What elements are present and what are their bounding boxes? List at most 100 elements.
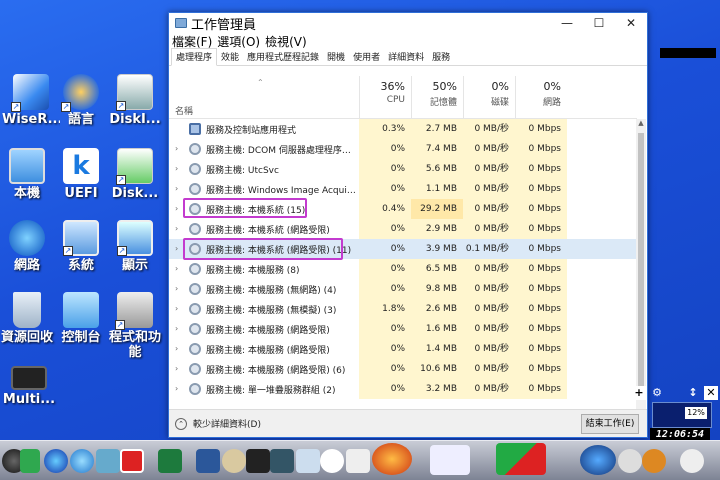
desktop-icon-programs[interactable]: ↗ 程式和功能 [106,292,164,360]
shield-icon[interactable] [496,443,546,475]
vertical-scrollbar[interactable]: ▲ [636,119,646,409]
service-host-gear-icon [189,283,201,295]
process-cpu: 1.8% [359,299,411,319]
tab-performance[interactable]: 效能 [217,49,243,65]
expand-chevron-icon[interactable]: › [175,344,178,353]
desktop-icon-label: Multi... [2,392,56,407]
desktop-icon-language[interactable]: ↗ 語言 [52,74,110,127]
monitor-app-icon[interactable] [246,449,270,473]
process-row[interactable]: › 服務主機: 本機服務 (無模擬) (3) 1.8% 2.6 MB 0 MB/秒 0 M… [169,299,637,319]
maximize-button[interactable]: ☐ [583,13,615,33]
eight-icon[interactable] [618,449,642,473]
start-button-icon[interactable] [20,449,40,473]
widget-close-icon[interactable]: ✕ [704,386,718,400]
cpu-label: CPU [386,95,405,105]
column-network[interactable]: 0% 網路 [515,76,567,119]
desktop-icon-disk[interactable]: ↗ Disk... [106,148,164,201]
column-memory[interactable]: 50% 記憶體 [411,76,463,119]
desktop-icon-recycle-bin[interactable]: 資源回收 [0,292,56,345]
process-row[interactable]: › 服務主機: 本機服務 (網路受限) 0% 1.4 MB 0 MB/秒 0 Mbps [169,339,637,359]
expand-chevron-icon[interactable]: › [175,164,178,173]
expand-chevron-icon[interactable]: › [175,144,178,153]
expand-chevron-icon[interactable]: › [175,284,178,293]
process-row[interactable]: › 服務主機: 本機服務 (網路受限) 0% 1.6 MB 0 MB/秒 0 Mbps [169,319,637,339]
menu-view[interactable]: 檢視(V) [265,33,307,50]
add-widget-icon[interactable]: + [632,386,646,400]
ie-browser-icon[interactable] [44,449,68,473]
bird-icon[interactable] [96,449,120,473]
scroll-up-icon[interactable]: ▲ [636,119,646,127]
column-cpu[interactable]: 36% CPU [359,76,411,119]
fox-icon[interactable] [680,449,704,473]
menu-options[interactable]: 選項(O) [217,33,260,50]
process-row[interactable]: › 服務主機: 本機服務 (網路受限) (6) 0% 10.6 MB 0 MB/秒 0 M… [169,359,637,379]
desktop-icon-uefi[interactable]: k UEFI [52,148,110,201]
process-cpu: 0% [359,379,411,399]
process-cpu: 0% [359,219,411,239]
tab-details[interactable]: 詳細資料 [384,49,428,65]
top-right-mini-widget [660,48,716,58]
expand-chevron-icon[interactable]: › [175,184,178,193]
process-row[interactable]: 服務及控制站應用程式 0.3% 2.7 MB 0 MB/秒 0 Mbps [169,119,637,139]
fewer-details-label: 較少詳細資料(D) [193,420,261,430]
desktop-icon-network[interactable]: 網路 [0,220,56,273]
desktop-icon-system[interactable]: ↗ 系統 [52,220,110,273]
owl-icon[interactable] [642,449,666,473]
tab-startup[interactable]: 開機 [323,49,349,65]
process-row[interactable]: › 服務主機: 單一堆疊服務群組 (2) 0% 3.2 MB 0 MB/秒 0 Mbps [169,379,637,399]
tab-users[interactable]: 使用者 [349,49,384,65]
notepad-icon[interactable] [296,449,320,473]
minimize-button[interactable]: — [551,13,583,33]
expand-chevron-icon[interactable]: › [175,224,178,233]
expand-chevron-icon[interactable]: › [175,384,178,393]
expand-chevron-icon[interactable]: › [175,264,178,273]
widget-gear-icon[interactable]: ⚙ [650,386,664,400]
power-icon[interactable] [120,449,144,473]
expand-chevron-icon[interactable]: › [175,204,178,213]
column-name[interactable]: 名稱 [175,104,193,117]
document-icon[interactable] [430,445,470,475]
process-cpu: 0.3% [359,119,411,139]
scroll-thumb[interactable] [638,133,644,393]
save-icon[interactable] [270,449,294,473]
process-name: 服務主機: 本機系統 (網路受限) [206,226,330,236]
process-cpu: 0% [359,159,411,179]
tab-services[interactable]: 服務 [428,49,454,65]
expand-chevron-icon[interactable]: › [175,304,178,313]
process-row[interactable]: › 服務主機: 本機系統 (網路受限) 0% 2.9 MB 0 MB/秒 0 Mbps [169,219,637,239]
desktop-icon-this-pc[interactable]: 本機 [0,148,56,201]
desktop-icon-control-panel[interactable]: 控制台 [52,292,110,345]
process-network: 0 Mbps [515,299,567,319]
end-task-button[interactable]: 結束工作(E) [581,414,639,434]
tab-app-history[interactable]: 應用程式歷程記錄 [243,49,323,65]
process-disk: 0 MB/秒 [463,279,515,299]
expand-chevron-icon[interactable]: › [175,324,178,333]
globe-icon[interactable] [70,449,94,473]
desktop-icon-multi[interactable]: Multi... [0,366,58,407]
desktop-icon-diskinfo[interactable]: ↗ DiskI... [106,74,164,127]
process-row[interactable]: › 服務主機: DCOM 伺服器處理程序啟... 0% 7.4 MB 0 MB/秒 0 M… [169,139,637,159]
column-disk[interactable]: 0% 磁碟 [463,76,515,119]
word-icon[interactable] [196,449,220,473]
task-manager-window: 工作管理員 — ☐ ✕ 檔案(F) 選項(O) 檢視(V) 處理程序 效能 應用… [168,12,648,438]
process-row[interactable]: › 服務主機: Windows Image Acquisitio...0%1.1 … [169,179,637,199]
fewer-details-button[interactable]: ⌃ 較少詳細資料(D) [175,417,261,430]
widget-arrow-icon[interactable]: ↕ [686,386,700,400]
process-row[interactable]: › 服務主機: 本機服務 (無網路) (4) 0% 9.8 MB 0 MB/秒 0 Mbp… [169,279,637,299]
process-cpu: 0% [359,359,411,379]
highlight-box [183,238,343,260]
calendar-icon[interactable] [346,449,370,473]
process-row[interactable]: › 服務主機: 本機服務 (8) 0% 6.5 MB 0 MB/秒 0 Mbps [169,259,637,279]
swirl-icon[interactable] [580,445,616,475]
expand-chevron-icon[interactable]: › [175,244,178,253]
desktop-icon-display[interactable]: ↗ 顯示 [106,220,164,273]
tab-processes[interactable]: 處理程序 [171,48,218,66]
clock-app-icon[interactable] [320,449,344,473]
compass-icon[interactable] [222,449,246,473]
process-network: 0 Mbps [515,359,567,379]
expand-chevron-icon[interactable]: › [175,364,178,373]
firefox-icon[interactable] [372,443,412,475]
excel-icon[interactable] [158,449,182,473]
close-button[interactable]: ✕ [615,13,647,33]
process-row[interactable]: › 服務主機: UtcSvc 0% 5.6 MB 0 MB/秒 0 Mbps [169,159,637,179]
